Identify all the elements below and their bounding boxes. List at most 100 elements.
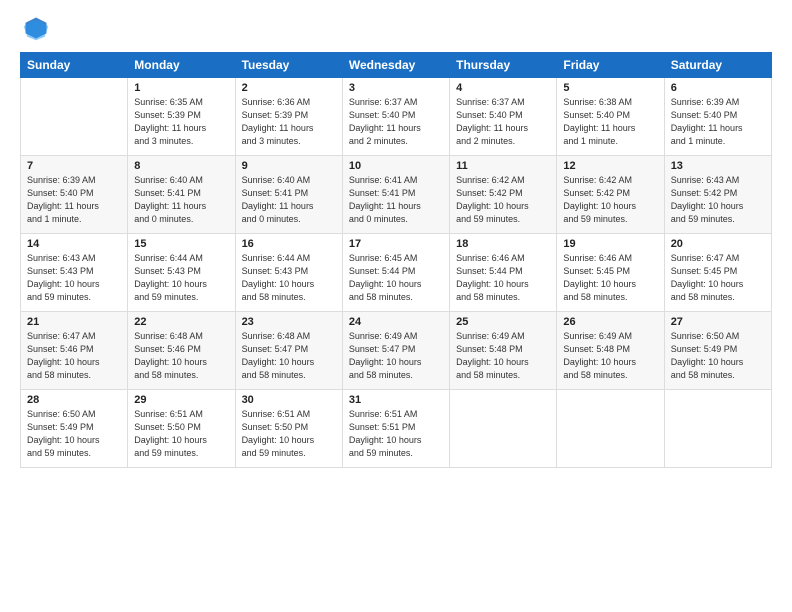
day-number: 23 bbox=[242, 316, 336, 328]
col-header-saturday: Saturday bbox=[664, 53, 771, 78]
cell-content: Sunrise: 6:42 AM Sunset: 5:42 PM Dayligh… bbox=[456, 174, 550, 226]
day-number: 5 bbox=[563, 82, 657, 94]
calendar-cell: 30 Sunrise: 6:51 AM Sunset: 5:50 PM Dayli… bbox=[235, 390, 342, 468]
calendar-cell: 25 Sunrise: 6:49 AM Sunset: 5:48 PM Dayli… bbox=[450, 312, 557, 390]
calendar-cell: 1 Sunrise: 6:35 AM Sunset: 5:39 PM Daylig… bbox=[128, 78, 235, 156]
calendar-cell: 17 Sunrise: 6:45 AM Sunset: 5:44 PM Dayli… bbox=[342, 234, 449, 312]
day-number: 27 bbox=[671, 316, 765, 328]
cell-content: Sunrise: 6:39 AM Sunset: 5:40 PM Dayligh… bbox=[27, 174, 121, 226]
calendar-cell: 18 Sunrise: 6:46 AM Sunset: 5:44 PM Dayli… bbox=[450, 234, 557, 312]
day-number: 14 bbox=[27, 238, 121, 250]
cell-content: Sunrise: 6:44 AM Sunset: 5:43 PM Dayligh… bbox=[242, 252, 336, 304]
day-number: 15 bbox=[134, 238, 228, 250]
calendar-cell: 24 Sunrise: 6:49 AM Sunset: 5:47 PM Dayli… bbox=[342, 312, 449, 390]
day-number: 7 bbox=[27, 160, 121, 172]
cell-content: Sunrise: 6:48 AM Sunset: 5:46 PM Dayligh… bbox=[134, 330, 228, 382]
col-header-tuesday: Tuesday bbox=[235, 53, 342, 78]
cell-content: Sunrise: 6:48 AM Sunset: 5:47 PM Dayligh… bbox=[242, 330, 336, 382]
calendar-cell bbox=[664, 390, 771, 468]
col-header-thursday: Thursday bbox=[450, 53, 557, 78]
calendar-cell: 14 Sunrise: 6:43 AM Sunset: 5:43 PM Dayli… bbox=[21, 234, 128, 312]
day-number: 9 bbox=[242, 160, 336, 172]
cell-content: Sunrise: 6:35 AM Sunset: 5:39 PM Dayligh… bbox=[134, 96, 228, 148]
calendar-cell: 31 Sunrise: 6:51 AM Sunset: 5:51 PM Dayli… bbox=[342, 390, 449, 468]
cell-content: Sunrise: 6:51 AM Sunset: 5:50 PM Dayligh… bbox=[242, 408, 336, 460]
day-number: 20 bbox=[671, 238, 765, 250]
day-number: 16 bbox=[242, 238, 336, 250]
day-number: 8 bbox=[134, 160, 228, 172]
calendar-cell: 20 Sunrise: 6:47 AM Sunset: 5:45 PM Dayli… bbox=[664, 234, 771, 312]
calendar-cell: 6 Sunrise: 6:39 AM Sunset: 5:40 PM Daylig… bbox=[664, 78, 771, 156]
calendar-cell: 3Sunrise: 6:37 AM Sunset: 5:40 PM Daylig… bbox=[342, 78, 449, 156]
cell-content: Sunrise: 6:50 AM Sunset: 5:49 PM Dayligh… bbox=[27, 408, 121, 460]
calendar-cell: 21 Sunrise: 6:47 AM Sunset: 5:46 PM Dayli… bbox=[21, 312, 128, 390]
calendar-cell: 7 Sunrise: 6:39 AM Sunset: 5:40 PM Daylig… bbox=[21, 156, 128, 234]
cell-content: Sunrise: 6:43 AM Sunset: 5:42 PM Dayligh… bbox=[671, 174, 765, 226]
calendar-cell bbox=[557, 390, 664, 468]
day-number: 26 bbox=[563, 316, 657, 328]
day-number: 21 bbox=[27, 316, 121, 328]
day-number: 2 bbox=[242, 82, 336, 94]
calendar-cell: 2Sunrise: 6:36 AM Sunset: 5:39 PM Daylig… bbox=[235, 78, 342, 156]
cell-content: Sunrise: 6:42 AM Sunset: 5:42 PM Dayligh… bbox=[563, 174, 657, 226]
cell-content: Sunrise: 6:51 AM Sunset: 5:50 PM Dayligh… bbox=[134, 408, 228, 460]
calendar-cell: 26Sunrise: 6:49 AM Sunset: 5:48 PM Dayli… bbox=[557, 312, 664, 390]
logo-icon bbox=[22, 14, 50, 42]
cell-content: Sunrise: 6:38 AM Sunset: 5:40 PM Dayligh… bbox=[563, 96, 657, 148]
page: SundayMondayTuesdayWednesdayThursdayFrid… bbox=[0, 0, 792, 612]
day-number: 6 bbox=[671, 82, 765, 94]
cell-content: Sunrise: 6:37 AM Sunset: 5:40 PM Dayligh… bbox=[456, 96, 550, 148]
day-number: 25 bbox=[456, 316, 550, 328]
cell-content: Sunrise: 6:44 AM Sunset: 5:43 PM Dayligh… bbox=[134, 252, 228, 304]
calendar-cell: 13 Sunrise: 6:43 AM Sunset: 5:42 PM Dayli… bbox=[664, 156, 771, 234]
cell-content: Sunrise: 6:39 AM Sunset: 5:40 PM Dayligh… bbox=[671, 96, 765, 148]
day-number: 13 bbox=[671, 160, 765, 172]
day-number: 10 bbox=[349, 160, 443, 172]
cell-content: Sunrise: 6:40 AM Sunset: 5:41 PM Dayligh… bbox=[134, 174, 228, 226]
day-number: 1 bbox=[134, 82, 228, 94]
calendar-cell: 11 Sunrise: 6:42 AM Sunset: 5:42 PM Dayli… bbox=[450, 156, 557, 234]
calendar-cell: 12 Sunrise: 6:42 AM Sunset: 5:42 PM Dayli… bbox=[557, 156, 664, 234]
day-number: 24 bbox=[349, 316, 443, 328]
day-number: 18 bbox=[456, 238, 550, 250]
day-number: 4 bbox=[456, 82, 550, 94]
day-number: 19 bbox=[563, 238, 657, 250]
week-row-4: 21 Sunrise: 6:47 AM Sunset: 5:46 PM Dayli… bbox=[21, 312, 772, 390]
calendar-table: SundayMondayTuesdayWednesdayThursdayFrid… bbox=[20, 52, 772, 468]
day-number: 31 bbox=[349, 394, 443, 406]
calendar-cell: 28 Sunrise: 6:50 AM Sunset: 5:49 PM Dayli… bbox=[21, 390, 128, 468]
cell-content: Sunrise: 6:45 AM Sunset: 5:44 PM Dayligh… bbox=[349, 252, 443, 304]
day-number: 12 bbox=[563, 160, 657, 172]
col-header-friday: Friday bbox=[557, 53, 664, 78]
calendar-cell: 5 Sunrise: 6:38 AM Sunset: 5:40 PM Daylig… bbox=[557, 78, 664, 156]
week-row-1: 1 Sunrise: 6:35 AM Sunset: 5:39 PM Daylig… bbox=[21, 78, 772, 156]
logo bbox=[20, 18, 50, 42]
cell-content: Sunrise: 6:49 AM Sunset: 5:47 PM Dayligh… bbox=[349, 330, 443, 382]
day-number: 17 bbox=[349, 238, 443, 250]
cell-content: Sunrise: 6:49 AM Sunset: 5:48 PM Dayligh… bbox=[456, 330, 550, 382]
calendar-cell: 8 Sunrise: 6:40 AM Sunset: 5:41 PM Daylig… bbox=[128, 156, 235, 234]
header bbox=[20, 18, 772, 42]
cell-content: Sunrise: 6:37 AM Sunset: 5:40 PM Dayligh… bbox=[349, 96, 443, 148]
cell-content: Sunrise: 6:46 AM Sunset: 5:44 PM Dayligh… bbox=[456, 252, 550, 304]
day-number: 22 bbox=[134, 316, 228, 328]
col-header-wednesday: Wednesday bbox=[342, 53, 449, 78]
cell-content: Sunrise: 6:50 AM Sunset: 5:49 PM Dayligh… bbox=[671, 330, 765, 382]
day-number: 30 bbox=[242, 394, 336, 406]
day-number: 28 bbox=[27, 394, 121, 406]
calendar-cell: 9 Sunrise: 6:40 AM Sunset: 5:41 PM Daylig… bbox=[235, 156, 342, 234]
calendar-cell: 4 Sunrise: 6:37 AM Sunset: 5:40 PM Daylig… bbox=[450, 78, 557, 156]
cell-content: Sunrise: 6:47 AM Sunset: 5:46 PM Dayligh… bbox=[27, 330, 121, 382]
calendar-cell: 16 Sunrise: 6:44 AM Sunset: 5:43 PM Dayli… bbox=[235, 234, 342, 312]
day-number: 11 bbox=[456, 160, 550, 172]
cell-content: Sunrise: 6:47 AM Sunset: 5:45 PM Dayligh… bbox=[671, 252, 765, 304]
calendar-cell: 10Sunrise: 6:41 AM Sunset: 5:41 PM Dayli… bbox=[342, 156, 449, 234]
cell-content: Sunrise: 6:43 AM Sunset: 5:43 PM Dayligh… bbox=[27, 252, 121, 304]
cell-content: Sunrise: 6:51 AM Sunset: 5:51 PM Dayligh… bbox=[349, 408, 443, 460]
calendar-cell bbox=[21, 78, 128, 156]
calendar-cell: 15 Sunrise: 6:44 AM Sunset: 5:43 PM Dayli… bbox=[128, 234, 235, 312]
cell-content: Sunrise: 6:40 AM Sunset: 5:41 PM Dayligh… bbox=[242, 174, 336, 226]
col-header-sunday: Sunday bbox=[21, 53, 128, 78]
cell-content: Sunrise: 6:46 AM Sunset: 5:45 PM Dayligh… bbox=[563, 252, 657, 304]
col-header-monday: Monday bbox=[128, 53, 235, 78]
